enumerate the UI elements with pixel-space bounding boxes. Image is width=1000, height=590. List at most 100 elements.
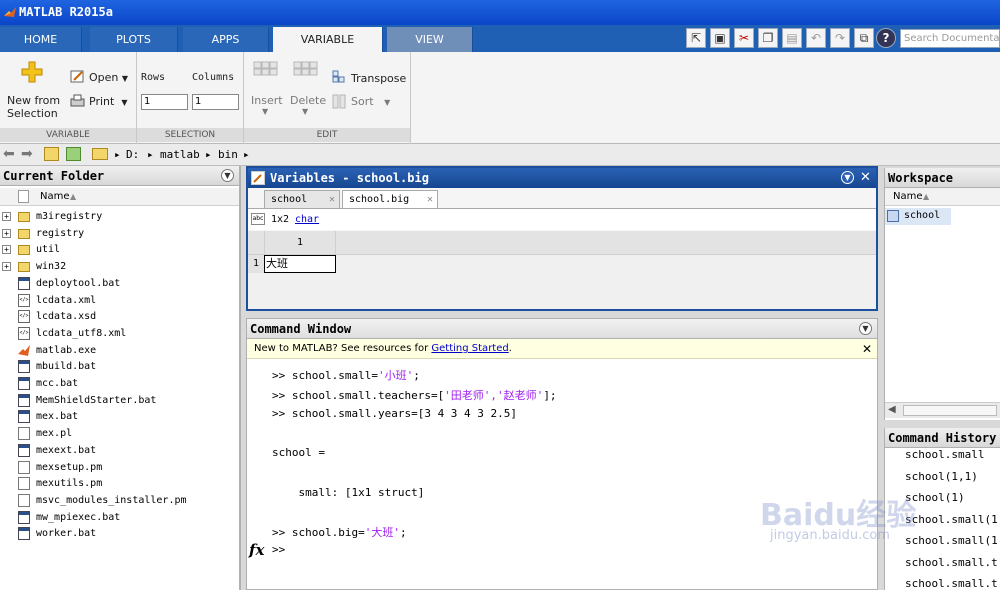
- undo-icon[interactable]: ↶: [806, 28, 826, 48]
- file-list-item[interactable]: mexutils.pm: [0, 475, 239, 492]
- folder-icon: [18, 245, 30, 256]
- file-list-item[interactable]: + registry: [0, 225, 239, 242]
- variable-tab-school[interactable]: school ✕: [264, 190, 340, 208]
- paste-icon[interactable]: ▤: [782, 28, 802, 48]
- transpose-button[interactable]: Transpose: [351, 72, 406, 85]
- workspace-scrollbar[interactable]: ◀: [885, 402, 1000, 418]
- selection-label: Selection: [7, 107, 58, 120]
- redo-icon[interactable]: ↷: [830, 28, 850, 48]
- file-list-item[interactable]: mex.bat: [0, 408, 239, 425]
- file-name: util: [36, 244, 61, 256]
- file-list-item[interactable]: mexsetup.pm: [0, 459, 239, 476]
- print-button[interactable]: Print ▼: [89, 95, 127, 108]
- sort-button[interactable]: Sort ▼: [351, 95, 390, 108]
- banner-close-icon[interactable]: ✕: [862, 339, 872, 359]
- file-list-item[interactable]: msvc_modules_installer.pm: [0, 492, 239, 509]
- breadcrumb-bin[interactable]: bin: [218, 148, 238, 161]
- scrollbar-thumb[interactable]: [903, 405, 997, 416]
- variable-class-link[interactable]: char: [295, 214, 319, 225]
- tab-close-icon[interactable]: ✕: [329, 191, 335, 209]
- file-list-item[interactable]: + win32: [0, 258, 239, 275]
- find-files-icon[interactable]: ⇱: [686, 28, 706, 48]
- history-item[interactable]: school.small.t: [905, 577, 998, 590]
- file-list-item[interactable]: + util: [0, 241, 239, 258]
- file-list-item[interactable]: deploytool.bat: [0, 275, 239, 292]
- save-icon[interactable]: ▣: [710, 28, 730, 48]
- file-list-item[interactable]: mbuild.bat: [0, 358, 239, 375]
- file-list-item[interactable]: mcc.bat: [0, 375, 239, 392]
- variables-close-icon[interactable]: ✕: [860, 170, 871, 185]
- expand-icon[interactable]: +: [2, 245, 11, 255]
- file-list-header[interactable]: Name ▲: [0, 188, 239, 206]
- batch-file-icon: [18, 443, 30, 457]
- sort-icon: [332, 94, 346, 109]
- up-folder-icon[interactable]: [44, 147, 59, 161]
- tab-home[interactable]: HOME: [0, 27, 82, 52]
- history-item[interactable]: school.small(1: [905, 513, 998, 526]
- variables-title: Variables - school.big: [248, 168, 876, 188]
- tab-plots[interactable]: PLOTS: [90, 27, 178, 52]
- file-name: deploytool.bat: [36, 277, 121, 289]
- delete-label: Delete: [290, 94, 327, 107]
- insert-dropdown-icon[interactable]: ▼: [262, 107, 268, 116]
- tab-apps[interactable]: APPS: [183, 27, 269, 52]
- rows-input[interactable]: 1: [141, 94, 188, 110]
- help-icon[interactable]: ?: [876, 28, 896, 48]
- scroll-left-icon[interactable]: ◀: [888, 404, 896, 415]
- copy-icon[interactable]: ❐: [758, 28, 778, 48]
- command-line: >> school.small='小班';: [272, 367, 420, 383]
- file-list-item[interactable]: + m3iregistry: [0, 208, 239, 225]
- file-list-item[interactable]: </> lcdata_utf8.xml: [0, 325, 239, 342]
- matlab-exe-icon: [18, 344, 30, 356]
- insert-button[interactable]: Insert: [251, 94, 283, 107]
- breadcrumb-drive[interactable]: D:: [126, 148, 139, 161]
- cut-icon[interactable]: ✂: [734, 28, 754, 48]
- command-suffix: ;: [413, 369, 420, 382]
- grid-cell[interactable]: 大班: [264, 255, 336, 273]
- file-list-item[interactable]: mex.pl: [0, 425, 239, 442]
- workspace-header[interactable]: Name ▲: [885, 188, 1000, 206]
- grid-column-header[interactable]: 1: [264, 231, 336, 255]
- batch-file-icon: [18, 527, 30, 541]
- file-list-item[interactable]: mexext.bat: [0, 442, 239, 459]
- file-name: lcdata_utf8.xml: [36, 327, 127, 339]
- expand-icon[interactable]: +: [2, 228, 11, 238]
- tab-variable[interactable]: VARIABLE: [273, 27, 383, 52]
- history-item[interactable]: school.small(1: [905, 534, 998, 547]
- history-item[interactable]: school(1,1): [905, 470, 978, 483]
- file-list-item[interactable]: mw_mpiexec.bat: [0, 509, 239, 526]
- forward-arrow-icon[interactable]: ➡: [21, 147, 33, 161]
- workspace-title: Workspace: [885, 168, 1000, 188]
- text-file-icon: [18, 460, 30, 474]
- expand-icon[interactable]: +: [2, 262, 11, 272]
- command-window-actions-icon[interactable]: ▼: [859, 322, 872, 335]
- variables-actions-icon[interactable]: ▼: [841, 171, 854, 184]
- back-arrow-icon[interactable]: ⬅: [3, 147, 15, 161]
- browse-folder-icon[interactable]: [66, 147, 81, 161]
- panel-actions-icon[interactable]: ▼: [221, 169, 234, 182]
- history-item[interactable]: school.small.t: [905, 556, 998, 569]
- breadcrumb-matlab[interactable]: matlab: [160, 148, 200, 161]
- function-browser-icon[interactable]: fx: [249, 541, 264, 559]
- variable-tab-school-big[interactable]: school.big ✕: [342, 190, 438, 208]
- file-list-item[interactable]: </> lcdata.xml: [0, 292, 239, 309]
- open-button[interactable]: Open ▼: [89, 71, 128, 84]
- expand-icon[interactable]: +: [2, 212, 11, 221]
- file-list-item[interactable]: </> lcdata.xsd: [0, 308, 239, 325]
- search-documentation-input[interactable]: Search Documentation: [900, 29, 1000, 48]
- new-from-selection-button[interactable]: New from Selection: [7, 94, 60, 120]
- file-list-item[interactable]: MemShieldStarter.bat: [0, 392, 239, 409]
- grid-row-header[interactable]: 1: [248, 255, 264, 273]
- file-list-item[interactable]: worker.bat: [0, 525, 239, 542]
- delete-dropdown-icon[interactable]: ▼: [302, 107, 308, 116]
- delete-button[interactable]: Delete: [290, 94, 326, 107]
- tab-close-icon[interactable]: ✕: [427, 191, 433, 209]
- batch-file-icon: [18, 377, 30, 390]
- switch-windows-icon[interactable]: ⧉: [854, 28, 874, 48]
- getting-started-link[interactable]: Getting Started: [431, 343, 508, 354]
- columns-input[interactable]: 1: [192, 94, 239, 110]
- tab-view[interactable]: VIEW: [387, 27, 473, 52]
- file-list-item[interactable]: matlab.exe: [0, 342, 239, 359]
- history-item[interactable]: school.small: [905, 448, 984, 461]
- workspace-item[interactable]: school: [885, 208, 951, 225]
